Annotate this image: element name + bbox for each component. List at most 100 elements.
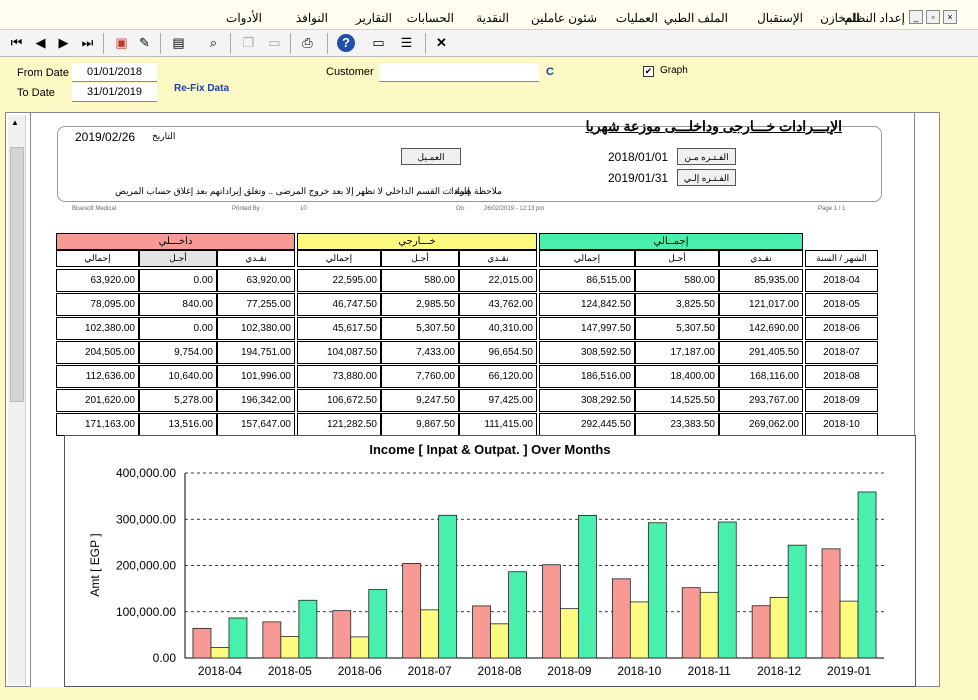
menu-medical-file[interactable]: الملف الطبي (664, 11, 728, 25)
chart-x-tick-label: 2019-01 (827, 664, 871, 678)
chart-bar-inpatient (402, 563, 422, 659)
filter-bar: From Date To Date Re-Fix Data Customer C… (0, 57, 978, 109)
close-icon[interactable]: × (943, 10, 957, 24)
chart-bar-outpatient (560, 608, 579, 659)
group-total-header: إجمــالي (539, 233, 803, 250)
chart-bar-outpatient (210, 647, 230, 659)
customer-caption: العمـيل (401, 148, 461, 165)
cell-total-total: 124,842.50 (539, 293, 635, 316)
cell-outpatient-total: 46,747.50 (297, 293, 381, 316)
cell-inpatient-total: 171,163.00 (56, 413, 139, 436)
chart-x-tick-label: 2018-07 (408, 664, 452, 678)
to-date-label: To Date (17, 87, 55, 99)
menu-stores[interactable]: المخازن (820, 11, 860, 25)
graph-checkbox[interactable]: ✔ (643, 66, 654, 77)
from-date-input[interactable] (72, 63, 157, 82)
paste-icon[interactable]: ▭ (264, 33, 285, 53)
chart-x-tick-label: 2018-05 (268, 664, 312, 678)
cell-inpatient-cash: 63,920.00 (217, 269, 295, 292)
chart-bar-inpatient (751, 605, 771, 659)
cell-total-total: 292,445.50 (539, 413, 635, 436)
cell-inpatient-credit: 10,640.00 (139, 365, 217, 388)
print-icon[interactable]: ⎙ (297, 33, 318, 53)
export-icon[interactable]: ▣ (111, 33, 132, 53)
cell-outpatient-credit: 2,985.50 (381, 293, 459, 316)
chart-bar-outpatient (420, 609, 440, 659)
menu-windows[interactable]: النوافذ (296, 11, 328, 25)
next-record-icon[interactable]: ▶ (53, 33, 74, 53)
cell-month: 2018-05 (805, 293, 878, 316)
chart-bar-inpatient (332, 610, 352, 659)
cell-inpatient-credit: 13,516.00 (139, 413, 217, 436)
cell-outpatient-credit: 580.00 (381, 269, 459, 292)
config-icon[interactable]: ☰ (396, 33, 417, 53)
minimize-icon[interactable]: _ (909, 10, 923, 24)
cell-inpatient-total: 102,380.00 (56, 317, 139, 340)
menu-operations[interactable]: العمليات (616, 11, 658, 25)
cell-total-cash: 293,767.00 (719, 389, 803, 412)
chart-y-tick-label: 100,000.00 (116, 605, 176, 619)
refix-data-link[interactable]: Re-Fix Data (174, 83, 229, 94)
chart-bar-outpatient (280, 635, 300, 659)
scrollbar-thumb[interactable] (10, 147, 24, 402)
toolbar-separator (425, 33, 426, 54)
cell-inpatient-total: 112,636.00 (56, 365, 139, 388)
chart-x-tick-label: 2018-06 (338, 664, 382, 678)
save-icon[interactable]: ▤ (168, 33, 189, 53)
cell-inpatient-credit: 5,278.00 (139, 389, 217, 412)
customer-input[interactable] (379, 63, 539, 82)
chart-bar-total (438, 514, 458, 659)
col-total-total: إجمالي (539, 250, 635, 267)
menu-tools[interactable]: الأدوات (226, 11, 262, 25)
chart-bar-total (787, 544, 807, 659)
menu-cash[interactable]: النقدية (476, 11, 509, 25)
eraser-icon[interactable]: ✎ (134, 33, 155, 53)
copy-icon[interactable]: ❐ (238, 33, 259, 53)
cell-outpatient-credit: 7,433.00 (381, 341, 459, 364)
cell-inpatient-cash: 77,255.00 (217, 293, 295, 316)
cell-outpatient-cash: 111,415.00 (459, 413, 537, 436)
chart-bar-outpatient (769, 597, 789, 659)
search-icon[interactable]: ⌕ (203, 33, 224, 53)
chart-bar-outpatient (629, 601, 649, 659)
chart-bar-total (228, 617, 248, 659)
meta-company: Bluesoft Medical (72, 206, 117, 212)
meta-printed-by-label: Printed By : (232, 206, 264, 212)
col-outpatient-total: إجمالي (297, 250, 381, 267)
cell-inpatient-cash: 102,380.00 (217, 317, 295, 340)
chart-bar-total (647, 522, 667, 659)
cell-inpatient-cash: 196,342.00 (217, 389, 295, 412)
toolbar-separator (230, 33, 231, 54)
preview-icon[interactable]: ▭ (368, 33, 389, 53)
note-text: إيرادات القسم الداخلي لا تظهر إلا بعد خر… (114, 186, 470, 196)
report-date: 2019/02/26 (75, 130, 136, 144)
last-record-icon[interactable]: ⏭ (77, 33, 98, 53)
to-date-input[interactable] (72, 83, 157, 102)
help-icon[interactable]: ? (337, 34, 355, 52)
chart-bar-inpatient (611, 578, 631, 659)
cell-total-cash: 291,405.50 (719, 341, 803, 364)
menu-reception[interactable]: الإستقبال (757, 11, 803, 25)
cell-outpatient-credit: 9,867.50 (381, 413, 459, 436)
cell-total-cash: 269,062.00 (719, 413, 803, 436)
restore-icon[interactable]: ▫ (926, 10, 940, 24)
chart-title: Income [ Inpat & Outpat. ] Over Months (369, 442, 610, 457)
close-report-icon[interactable]: ✕ (431, 33, 452, 53)
period-from-value: 2018/01/01 (608, 150, 669, 164)
first-record-icon[interactable]: ⏮ (6, 33, 27, 53)
menu-accounts[interactable]: الحسابات (407, 11, 454, 25)
col-outpatient-credit: أجـل (381, 250, 459, 267)
cell-inpatient-total: 204,505.00 (56, 341, 139, 364)
chart-x-tick-label: 2018-11 (688, 664, 731, 678)
period-to-value: 2019/01/31 (608, 171, 669, 185)
chart-x-tick-label: 2018-12 (757, 664, 801, 678)
cell-month: 2018-09 (805, 389, 878, 412)
customer-lookup-button[interactable]: C (546, 66, 554, 78)
previous-record-icon[interactable]: ◀ (30, 33, 51, 53)
cell-outpatient-cash: 96,654.50 (459, 341, 537, 364)
menu-reports[interactable]: التقارير (356, 11, 392, 25)
cell-outpatient-cash: 97,425.00 (459, 389, 537, 412)
menu-personnel[interactable]: شئون عاملين (531, 11, 597, 25)
scroll-up-icon[interactable]: ▲ (11, 118, 19, 127)
cell-outpatient-credit: 5,307.50 (381, 317, 459, 340)
